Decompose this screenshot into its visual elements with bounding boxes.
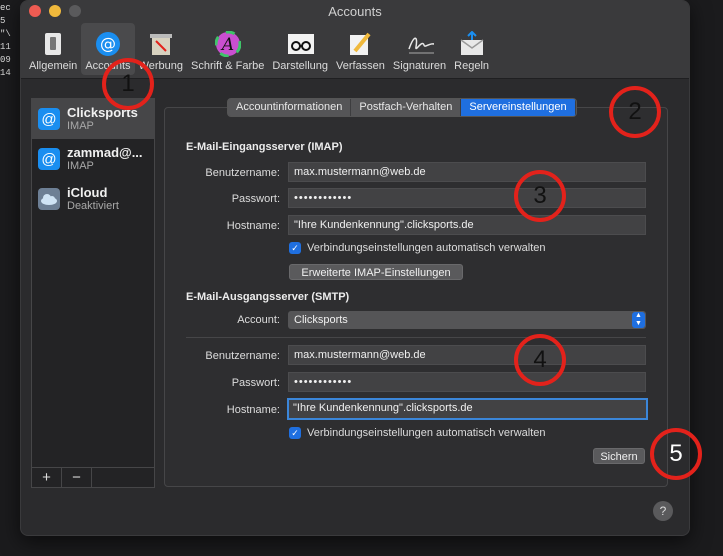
smtp-account-select[interactable]: Clicksports ▲ ▼: [288, 311, 646, 329]
svg-text:@: @: [100, 34, 116, 53]
glasses-icon: [286, 31, 315, 57]
checkbox-label: Verbindungseinstellungen automatisch ver…: [307, 427, 546, 439]
toolbar-label: Darstellung: [272, 60, 328, 72]
at-icon: @: [94, 31, 122, 57]
chevron-updown-icon: ▲ ▼: [632, 312, 645, 328]
toolbar-label: Regeln: [454, 60, 489, 72]
preferences-toolbar: Allgemein @ Accounts Werbung A Schrift &…: [25, 23, 493, 75]
smtp-password-field[interactable]: ••••••••••••: [288, 372, 646, 392]
checkmark-icon: ✓: [289, 427, 301, 439]
signature-icon: [406, 31, 434, 57]
imap-heading: E-Mail-Eingangsserver (IMAP): [186, 141, 343, 153]
toolbar-item-signaturen[interactable]: Signaturen: [389, 23, 450, 75]
divider: [186, 337, 646, 338]
toolbar-label: Signaturen: [392, 60, 447, 72]
toolbar-item-schrift-farbe[interactable]: A Schrift & Farbe: [187, 23, 268, 75]
save-button[interactable]: Sichern: [593, 448, 645, 464]
toolbar-item-darstellung[interactable]: Darstellung: [268, 23, 332, 75]
imap-hostname-label: Hostname:: [226, 220, 280, 232]
annotation-1: 1: [102, 58, 154, 110]
imap-username-label: Benutzername:: [205, 167, 280, 179]
account-type: IMAP: [67, 120, 94, 132]
smtp-account-label: Account:: [237, 314, 280, 326]
account-item-icloud[interactable]: iCloud Deaktiviert: [32, 179, 154, 219]
imap-auto-manage-checkbox[interactable]: ✓ Verbindungseinstellungen automatisch v…: [289, 242, 546, 254]
settings-tabs: Accountinformationen Postfach-Verhalten …: [227, 98, 577, 117]
sidebar-actions: + −: [32, 467, 154, 488]
imap-password-field[interactable]: ••••••••••••: [288, 188, 646, 208]
checkbox-label: Verbindungseinstellungen automatisch ver…: [307, 242, 546, 254]
smtp-hostname-label: Hostname:: [226, 404, 280, 416]
advanced-imap-settings-button[interactable]: Erweiterte IMAP-Einstellungen: [289, 264, 463, 280]
tab-servereinstellungen[interactable]: Servereinstellungen: [461, 99, 576, 116]
account-name: zammad@...: [67, 145, 143, 160]
smtp-username-label: Benutzername:: [205, 350, 280, 362]
accounts-list: @ Clicksports IMAP @ zammad@... IMAP iCl…: [31, 98, 155, 488]
smtp-auto-manage-checkbox[interactable]: ✓ Verbindungseinstellungen automatisch v…: [289, 427, 546, 439]
account-type: IMAP: [67, 160, 94, 172]
imap-hostname-field[interactable]: "Ihre Kundenkennung".clicksports.de: [288, 215, 646, 235]
tab-accountinformationen[interactable]: Accountinformationen: [228, 99, 352, 116]
tab-postfach-verhalten[interactable]: Postfach-Verhalten: [351, 99, 462, 116]
cloud-icon: [38, 188, 60, 210]
switch-icon: [39, 31, 67, 57]
toolbar-item-regeln[interactable]: Regeln: [450, 23, 493, 75]
svg-text:A: A: [220, 35, 234, 55]
account-item-zammad[interactable]: @ zammad@... IMAP: [32, 139, 154, 179]
pencil-icon: [346, 31, 374, 57]
annotation-4: 4: [514, 334, 566, 386]
toolbar-item-allgemein[interactable]: Allgemein: [25, 23, 81, 75]
checkmark-icon: ✓: [289, 242, 301, 254]
at-icon: @: [38, 148, 60, 170]
rules-icon: [458, 31, 486, 57]
help-button[interactable]: ?: [653, 501, 673, 521]
imap-username-field[interactable]: max.mustermann@web.de: [288, 162, 646, 182]
at-icon: @: [38, 108, 60, 130]
annotation-2: 2: [609, 86, 661, 138]
toolbar-item-verfassen[interactable]: Verfassen: [332, 23, 389, 75]
desktop-background-text: ec 5 "\ 11 09 14: [0, 3, 11, 78]
account-type: Deaktiviert: [67, 200, 119, 212]
window-title: Accounts: [328, 4, 382, 19]
imap-password-label: Passwort:: [231, 193, 280, 205]
smtp-heading: E-Mail-Ausgangsserver (SMTP): [186, 291, 350, 303]
annotation-5: 5: [650, 428, 702, 480]
toolbar-label: Verfassen: [336, 60, 385, 72]
toolbar-label: Schrift & Farbe: [191, 60, 265, 72]
remove-account-button[interactable]: −: [62, 468, 92, 488]
add-account-button[interactable]: +: [32, 468, 62, 488]
smtp-hostname-field[interactable]: "Ihre Kundenkennung".clicksports.de: [287, 398, 648, 420]
toolbar-label: Allgemein: [29, 60, 78, 72]
junk-mail-icon: [147, 31, 175, 57]
select-value: Clicksports: [294, 314, 348, 326]
annotation-3: 3: [514, 170, 566, 222]
smtp-password-label: Passwort:: [231, 377, 280, 389]
account-name: iCloud: [67, 185, 108, 200]
font-color-icon: A: [214, 31, 242, 57]
smtp-username-field[interactable]: max.mustermann@web.de: [288, 345, 646, 365]
